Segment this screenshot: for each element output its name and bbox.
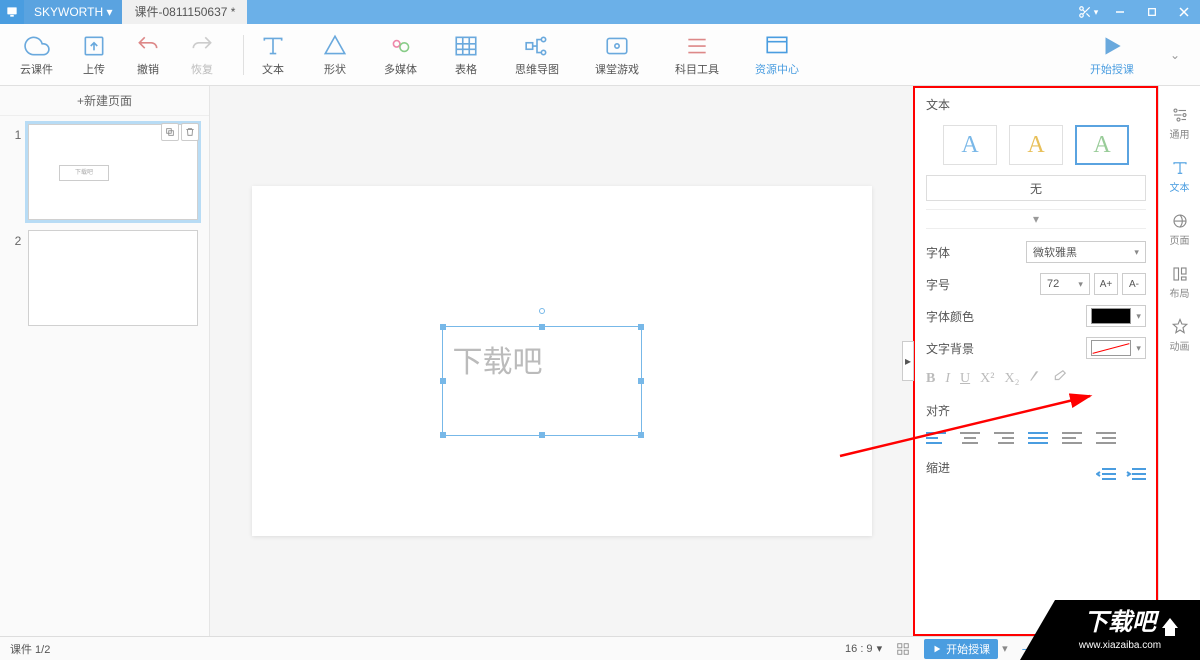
align-justify-button[interactable] — [1028, 431, 1048, 445]
minimize-button[interactable] — [1104, 0, 1136, 24]
resource-button[interactable]: 资源中心 — [755, 33, 799, 77]
text-style-preset[interactable]: A — [943, 125, 997, 165]
slide-item[interactable]: 2 — [8, 230, 201, 326]
font-color-label: 字体颜色 — [926, 308, 986, 325]
redo-button: 恢复 — [189, 33, 215, 77]
shape-button[interactable]: 形状 — [322, 33, 348, 77]
side-tab-page[interactable]: 页面 — [1170, 212, 1190, 247]
subject-button[interactable]: 科目工具 — [675, 33, 719, 77]
start-class-button[interactable]: 开始授课 — [1090, 33, 1134, 77]
game-button[interactable]: 课堂游戏 — [595, 33, 639, 77]
toolbar-expand-icon[interactable]: ⌄ — [1170, 48, 1180, 62]
slide-sidebar: +新建页面 1 下载吧 2 — [0, 86, 210, 636]
font-label: 字体 — [926, 244, 986, 261]
zoom-slider[interactable] — [1040, 647, 1130, 650]
eraser-icon[interactable] — [1053, 369, 1067, 388]
copy-slide-icon[interactable] — [161, 123, 179, 141]
cloud-button[interactable]: 云课件 — [20, 33, 53, 77]
subscript-button[interactable]: X₂ — [1004, 371, 1019, 387]
zoom-in-button[interactable]: + — [1140, 641, 1148, 657]
align-left-button[interactable] — [926, 431, 946, 445]
size-select[interactable]: 72▾ — [1040, 273, 1090, 295]
play-button[interactable]: 开始授课 — [924, 639, 998, 659]
slide-thumbnail[interactable] — [28, 230, 198, 326]
document-tab[interactable]: 课件-0811150637 * — [122, 0, 247, 24]
titlebar: SKYWORTH ▾ 课件-0811150637 * ▾ — [0, 0, 1200, 24]
panel-title: 文本 — [926, 96, 1146, 113]
align-center-button[interactable] — [960, 431, 980, 445]
zoom-out-button[interactable]: − — [1022, 641, 1030, 657]
textbox[interactable]: 下载吧 — [442, 326, 642, 436]
align-label: 对齐 — [926, 402, 1146, 419]
slide-number: 2 — [8, 230, 28, 248]
canvas[interactable]: 下载吧 — [252, 186, 872, 536]
toolbar: 云课件 上传 撤销 恢复 文本 形状 多媒体 表格 思维导图 课堂游戏 科目工具… — [0, 24, 1200, 86]
scissors-icon[interactable]: ▾ — [1072, 0, 1104, 24]
grid-view-icon[interactable] — [896, 642, 910, 656]
font-decrease-button[interactable]: A- — [1122, 273, 1146, 295]
font-color-picker[interactable]: ▾ — [1086, 305, 1146, 327]
slide-item[interactable]: 1 下载吧 — [8, 124, 201, 220]
new-page-button[interactable]: +新建页面 — [0, 86, 209, 116]
text-style-preset[interactable]: A — [1009, 125, 1063, 165]
clear-format-icon[interactable] — [1029, 369, 1043, 388]
bold-button[interactable]: B — [926, 371, 935, 387]
font-increase-button[interactable]: A+ — [1094, 273, 1118, 295]
align-top-button[interactable] — [1062, 431, 1082, 445]
slide-thumbnail[interactable]: 下载吧 — [28, 124, 198, 220]
align-bottom-button[interactable] — [1096, 431, 1116, 445]
text-bg-picker[interactable]: ▾ — [1086, 337, 1146, 359]
italic-button[interactable]: I — [945, 371, 950, 387]
brand-menu[interactable]: SKYWORTH ▾ — [24, 0, 122, 24]
textbox-content[interactable]: 下载吧 — [443, 327, 641, 391]
superscript-button[interactable]: X² — [980, 371, 994, 387]
align-right-button[interactable] — [994, 431, 1014, 445]
delete-slide-icon[interactable] — [181, 123, 199, 141]
properties-panel: 文本 A A A 无 ▾ 字体 微软雅黑▾ 字号 72▾A+A- 字体颜色 ▾ 文字背… — [913, 86, 1158, 636]
media-button[interactable]: 多媒体 — [384, 33, 417, 77]
canvas-area[interactable]: 下载吧 ▸ — [210, 86, 913, 636]
side-tabs: 通用 文本 页面 布局 动画 — [1158, 86, 1200, 636]
undo-button[interactable]: 撤销 — [135, 33, 161, 77]
side-tab-text[interactable]: 文本 — [1170, 159, 1190, 194]
text-style-preset[interactable]: A — [1075, 125, 1129, 165]
expand-toggle[interactable]: ▾ — [926, 209, 1146, 229]
indent-increase-button[interactable] — [1126, 467, 1146, 481]
text-button[interactable]: 文本 — [260, 33, 286, 77]
side-tab-animation[interactable]: 动画 — [1170, 318, 1190, 353]
side-tab-layout[interactable]: 布局 — [1170, 265, 1190, 300]
indent-label: 缩进 — [926, 459, 950, 476]
statusbar: 课件 1/2 16 : 9 ▾ 开始授课 ▾ − + — [0, 636, 1200, 660]
app-logo — [0, 0, 24, 24]
font-select[interactable]: 微软雅黑▾ — [1026, 241, 1146, 263]
indent-decrease-button[interactable] — [1096, 467, 1116, 481]
style-dropdown[interactable]: 无 — [926, 175, 1146, 201]
fit-screen-icon[interactable] — [1162, 642, 1176, 656]
close-button[interactable] — [1168, 0, 1200, 24]
table-button[interactable]: 表格 — [453, 33, 479, 77]
panel-collapse-handle[interactable]: ▸ — [902, 341, 914, 381]
upload-button[interactable]: 上传 — [81, 33, 107, 77]
text-bg-label: 文字背景 — [926, 340, 986, 357]
maximize-button[interactable] — [1136, 0, 1168, 24]
mindmap-button[interactable]: 思维导图 — [515, 33, 559, 77]
slide-number: 1 — [8, 124, 28, 142]
side-tab-general[interactable]: 通用 — [1170, 106, 1190, 141]
aspect-ratio[interactable]: 16 : 9 ▾ — [845, 642, 882, 655]
underline-button[interactable]: U — [960, 371, 970, 387]
size-label: 字号 — [926, 276, 986, 293]
page-indicator: 课件 1/2 — [10, 641, 50, 657]
